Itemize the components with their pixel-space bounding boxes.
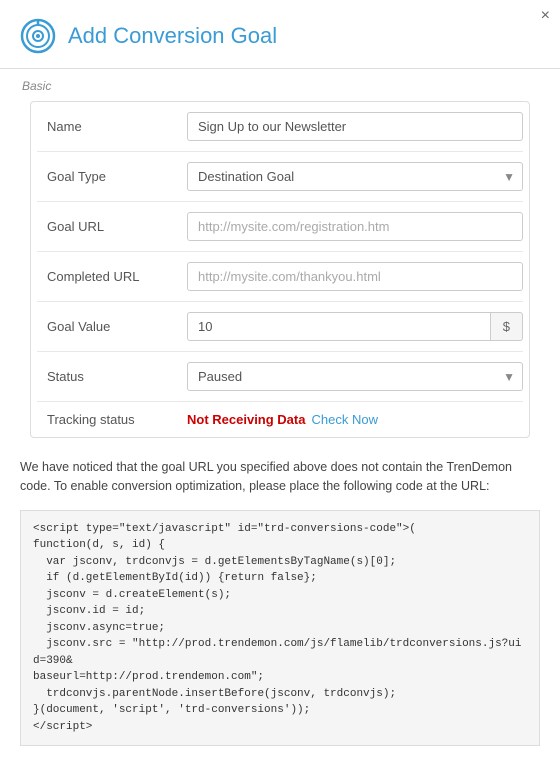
code-block: <script type="text/javascript" id="trd-c… [20,510,540,747]
tracking-status: Not Receiving Data Check Now [187,412,378,427]
currency-symbol: $ [491,312,523,341]
status-select-wrap: Paused Active Inactive ▼ [187,362,523,391]
goal-type-row: Goal Type Destination Goal Event Goal Du… [37,152,523,202]
goal-value-input[interactable] [187,312,491,341]
goal-value-label: Goal Value [37,319,187,334]
tracking-row: Tracking status Not Receiving Data Check… [37,402,523,437]
warning-text: We have noticed that the goal URL you sp… [0,448,560,504]
check-now-link[interactable]: Check Now [311,412,377,427]
basic-section: Basic Name Goal Type Destination Goal Ev… [0,69,560,448]
goal-value-row: Goal Value $ [37,302,523,352]
dialog-header: Add Conversion Goal [0,0,560,69]
fields-container: Name Goal Type Destination Goal Event Go… [30,101,530,438]
completed-url-input-wrap [187,262,523,291]
dialog-title: Add Conversion Goal [68,23,277,49]
goal-type-select[interactable]: Destination Goal Event Goal Duration Goa… [187,162,523,191]
name-input[interactable] [187,112,523,141]
add-conversion-goal-dialog: × Add Conversion Goal Basic Name Goal Ty… [0,0,560,762]
name-input-wrap [187,112,523,141]
goal-icon [20,18,56,54]
goal-type-label: Goal Type [37,169,187,184]
name-row: Name [37,102,523,152]
not-receiving-text: Not Receiving Data [187,412,305,427]
goal-value-group: $ [187,312,523,341]
status-row: Status Paused Active Inactive ▼ [37,352,523,402]
goal-url-input[interactable] [187,212,523,241]
goal-type-select-wrap: Destination Goal Event Goal Duration Goa… [187,162,523,191]
status-label: Status [37,369,187,384]
name-label: Name [37,119,187,134]
completed-url-input[interactable] [187,262,523,291]
status-input-wrap: Paused Active Inactive ▼ [187,362,523,391]
completed-url-label: Completed URL [37,269,187,284]
goal-value-input-wrap: $ [187,312,523,341]
goal-url-row: Goal URL [37,202,523,252]
goal-type-input-wrap: Destination Goal Event Goal Duration Goa… [187,162,523,191]
goal-url-label: Goal URL [37,219,187,234]
close-button[interactable]: × [541,8,550,24]
status-select[interactable]: Paused Active Inactive [187,362,523,391]
goal-url-input-wrap [187,212,523,241]
section-label: Basic [20,79,540,93]
completed-url-row: Completed URL [37,252,523,302]
tracking-label: Tracking status [37,412,187,427]
